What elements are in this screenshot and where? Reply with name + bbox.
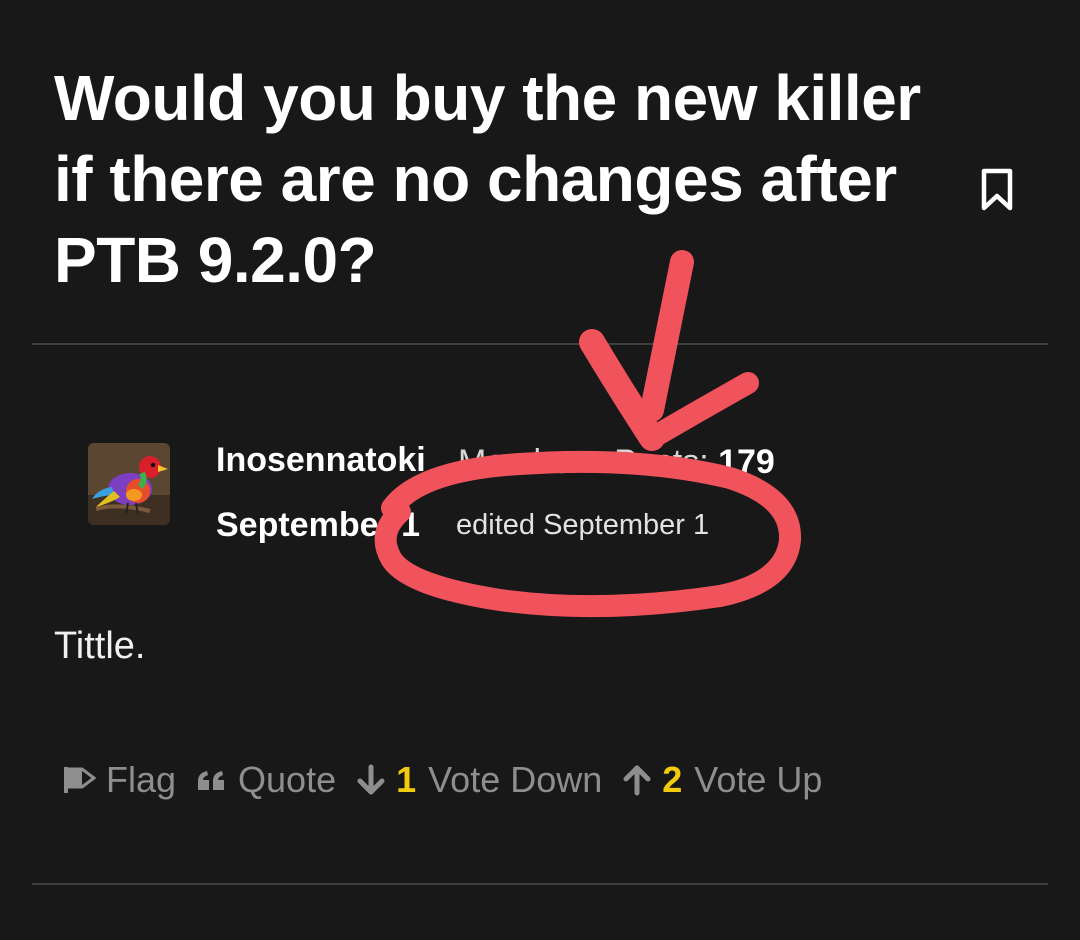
flag-icon [64,767,96,793]
posts-count: 179 [718,443,775,481]
arrow-up-icon [623,765,651,796]
vote-up-count: 2 [662,759,683,800]
discussion-title: Would you buy the new killer if there ar… [54,62,921,296]
annotation-arrow-left-head [579,329,665,451]
vote-up-button[interactable]: 2 Vote Up [622,759,822,801]
author-name[interactable]: Inosennatoki [216,440,426,480]
vote-up-label: Vote Up [694,759,823,800]
post-actions: Flag Quote 1 Vote Down 2 Vote Up [62,754,842,806]
vote-down-label: Vote Down [428,759,603,800]
avatar[interactable] [88,443,170,525]
header-divider [32,343,1048,345]
flag-button[interactable]: Flag [62,759,176,801]
quote-button[interactable]: Quote [196,759,336,801]
member-role: Member [458,443,583,481]
post-date[interactable]: September 1 [216,505,420,545]
edited-label: edited September 1 [456,509,710,541]
vote-down-button[interactable]: 1 Vote Down [356,759,602,801]
annotation-arrow-right-head [641,372,759,449]
vote-down-count: 1 [396,759,417,800]
post-body: Tittle. [54,625,146,667]
posts-label: Posts: [614,443,709,481]
post-divider [32,883,1048,885]
quote-icon [198,771,225,790]
flag-label: Flag [106,759,177,800]
arrow-down-icon [357,764,385,795]
bird-avatar-image [88,443,170,525]
bookmark-icon[interactable] [980,168,1014,212]
member-meta: Member Posts: 179 [458,442,775,482]
quote-label: Quote [238,759,337,800]
